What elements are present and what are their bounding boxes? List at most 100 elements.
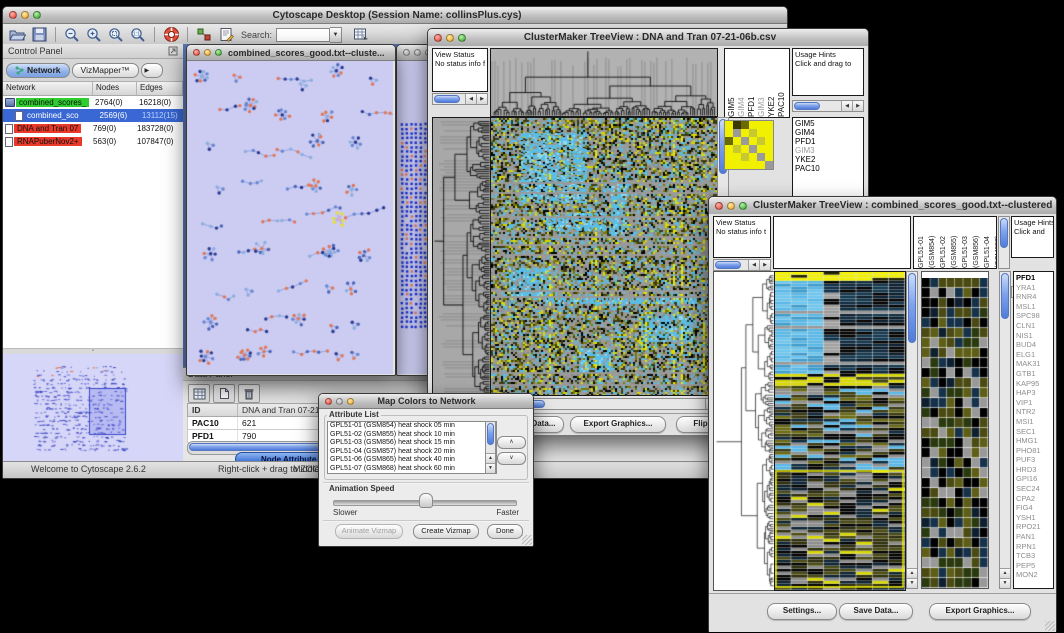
column-label[interactable]: GPL51-04 (GSM857) (982, 217, 997, 268)
attribute-item[interactable]: GPL51-04 (GSM857) heat shock 20 min (328, 448, 496, 457)
scroll-right-arrow[interactable]: ▶ (759, 260, 770, 270)
new-attribute-button[interactable] (213, 384, 235, 403)
net1-titlebar[interactable]: combined_scores_good.txt--cluste... (187, 45, 395, 61)
zoom-button[interactable] (33, 11, 41, 19)
gene-label[interactable]: YKE2 (795, 155, 861, 164)
network-row[interactable]: DNA and Tran 07 769(0) 183728(0) (3, 122, 183, 135)
gene-label[interactable]: MON2 (1016, 570, 1051, 580)
zoom-selected-button[interactable] (107, 26, 125, 43)
tv2-titlebar[interactable]: ClusterMaker TreeView : combined_scores_… (709, 197, 1056, 215)
close-button[interactable] (715, 202, 723, 210)
col-edges[interactable]: Edges (137, 82, 183, 95)
scroll-down-arrow[interactable]: ▼ (486, 463, 495, 473)
attribute-listbox[interactable]: GPL51-01 (GSM854) heat shock 05 minGPL51… (327, 421, 497, 474)
main-titlebar[interactable]: Cytoscape Desktop (Session Name: collins… (3, 7, 787, 24)
column-label[interactable]: GIM3 (757, 49, 767, 117)
gene-label[interactable]: SEC1 (1016, 427, 1051, 437)
column-label[interactable]: YKE2 (767, 49, 777, 117)
column-label[interactable]: PAC10 (777, 49, 787, 117)
settings-button[interactable]: Settings... (767, 603, 837, 620)
tv1-usage-scrollbar[interactable]: ◀▶ (792, 100, 864, 112)
tab-vizmapper[interactable]: VizMapper™ (72, 63, 139, 78)
gene-label[interactable]: SEC24 (1016, 484, 1051, 494)
col-nodes[interactable]: Nodes (93, 82, 137, 95)
tv2-header-vscrollbar[interactable] (998, 216, 1010, 269)
row-dendrogram-canvas[interactable] (714, 272, 774, 590)
zoom-in-button[interactable] (85, 26, 103, 43)
gene-label[interactable]: TCB3 (1016, 551, 1051, 561)
select-attributes-button[interactable] (188, 384, 210, 403)
dialog-titlebar[interactable]: Map Colors to Network (319, 394, 533, 409)
col-network[interactable]: Network (3, 82, 93, 95)
attribute-item[interactable]: GPL51-02 (GSM855) heat shock 10 min (328, 431, 496, 440)
scroll-right-arrow[interactable]: ▶ (852, 101, 863, 111)
resize-grip[interactable] (522, 535, 532, 545)
create-network-button[interactable] (195, 26, 213, 43)
minimize-button[interactable] (446, 34, 454, 42)
tv1-status-scrollbar[interactable]: ◀▶ (432, 93, 488, 105)
scroll-up-arrow[interactable]: ▲ (1000, 568, 1010, 578)
tab-network[interactable]: Network (6, 63, 70, 78)
row-dendrogram-canvas[interactable] (433, 118, 490, 395)
move-down-button[interactable]: ∨ (497, 452, 526, 465)
close-button[interactable] (9, 11, 17, 19)
gene-label[interactable]: ELG1 (1016, 350, 1051, 360)
gene-label[interactable]: YSH1 (1016, 513, 1051, 523)
close-button[interactable] (193, 49, 200, 56)
column-label[interactable]: GIM5 (727, 49, 737, 117)
col-id[interactable]: ID (188, 404, 238, 416)
minimize-button[interactable] (727, 202, 735, 210)
create-vizmap-button[interactable]: Create Vizmap (413, 524, 479, 539)
save-data-button[interactable]: Save Data... (839, 603, 913, 620)
scroll-right-arrow[interactable]: ▶ (476, 94, 487, 104)
animate-vizmap-button[interactable]: Animate Vizmap (335, 524, 403, 539)
column-label[interactable]: GPL51-03 (GSM856) (960, 217, 982, 268)
gene-label[interactable]: PAN1 (1016, 532, 1051, 542)
close-button[interactable] (325, 398, 332, 405)
zoom-button[interactable] (739, 202, 747, 210)
tv2-status-scrollbar[interactable]: ◀▶ (713, 259, 771, 271)
export-graphics-button[interactable]: Export Graphics... (929, 603, 1031, 620)
scroll-left-arrow[interactable]: ◀ (465, 94, 476, 104)
close-button[interactable] (403, 49, 410, 56)
gene-label[interactable]: HAP3 (1016, 388, 1051, 398)
attribute-browser-button[interactable] (352, 26, 370, 43)
gene-label[interactable]: PFD1 (1016, 273, 1051, 283)
open-session-button[interactable] (8, 26, 26, 43)
network-row[interactable]: RNAPuberNov2+ 563(0) 107847(0) (3, 135, 183, 148)
gene-label[interactable]: GIM5 (795, 119, 861, 128)
tv2-zoom-vscrollbar[interactable]: ▲▼ (999, 271, 1011, 589)
gene-label[interactable]: NTR2 (1016, 407, 1051, 417)
minimize-button[interactable] (21, 11, 29, 19)
gene-label[interactable]: VIP1 (1016, 398, 1051, 408)
zoom-button[interactable] (458, 34, 466, 42)
export-graphics-button[interactable]: Export Graphics... (570, 416, 666, 433)
minimize-button[interactable] (336, 398, 343, 405)
done-button[interactable]: Done (487, 524, 523, 539)
minimize-button[interactable] (414, 49, 421, 56)
gene-label[interactable]: PFD1 (795, 137, 861, 146)
gene-label[interactable]: PEP5 (1016, 561, 1051, 571)
move-up-button[interactable]: ∧ (497, 436, 526, 449)
float-panel-icon[interactable] (168, 46, 178, 56)
gene-label[interactable]: NIS1 (1016, 331, 1051, 341)
save-session-button[interactable] (30, 26, 48, 43)
column-label[interactable]: GIM4 (737, 49, 747, 117)
attribute-list-scrollbar[interactable]: ▲▼ (485, 421, 496, 474)
expression-heatmap-canvas[interactable] (491, 118, 717, 395)
gene-label[interactable]: MSL1 (1016, 302, 1051, 312)
minimize-button[interactable] (204, 49, 211, 56)
column-label[interactable]: GPL51-01 (GSM854) (916, 217, 938, 268)
gene-label[interactable]: SPC98 (1016, 311, 1051, 321)
close-button[interactable] (434, 34, 442, 42)
network-row[interactable]: combined_sco 2569(6) 13112(15) (3, 109, 183, 122)
resize-grip[interactable] (1045, 621, 1055, 631)
search-dropdown-arrow[interactable]: ▼ (330, 27, 342, 43)
gene-label[interactable]: FIG4 (1016, 503, 1051, 513)
scroll-left-arrow[interactable]: ◀ (748, 260, 759, 270)
tv1-selected-cluster-heatmap[interactable] (724, 120, 774, 170)
delete-attribute-button[interactable] (238, 384, 260, 403)
gene-label[interactable]: CPA2 (1016, 494, 1051, 504)
gene-label[interactable]: HRD3 (1016, 465, 1051, 475)
zoom-button[interactable] (347, 398, 354, 405)
